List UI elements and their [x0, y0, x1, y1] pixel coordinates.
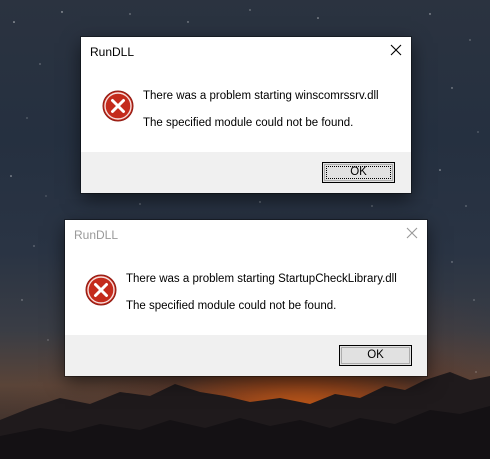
ok-button[interactable]: OK	[339, 345, 412, 366]
dialog-footer: OK	[65, 335, 427, 376]
error-message: There was a problem starting winscomrssr…	[143, 90, 379, 102]
close-icon	[390, 44, 402, 56]
close-button[interactable]	[381, 37, 411, 65]
ok-button-label: OK	[367, 349, 384, 361]
dialog-title: RunDLL	[90, 45, 135, 59]
close-button[interactable]	[397, 220, 427, 248]
dialog-body: There was a problem starting StartupChec…	[65, 251, 427, 335]
error-icon	[102, 90, 134, 122]
title-bar[interactable]: RunDLL	[81, 37, 411, 68]
error-detail: The specified module could not be found.	[126, 300, 337, 312]
error-icon	[85, 274, 117, 306]
dialog-title: RunDLL	[74, 228, 119, 242]
rundll-error-dialog-1: RunDLL There was a problem starting wins…	[81, 37, 411, 193]
title-bar[interactable]: RunDLL	[65, 220, 427, 251]
ok-button-label: OK	[350, 166, 367, 178]
close-icon	[406, 227, 418, 239]
dialog-footer: OK	[81, 152, 411, 193]
ok-button[interactable]: OK	[322, 162, 395, 183]
error-detail: The specified module could not be found.	[143, 117, 354, 129]
dialog-body: There was a problem starting winscomrssr…	[81, 68, 411, 152]
rundll-error-dialog-2: RunDLL There was a problem starting Star…	[65, 220, 427, 376]
error-message: There was a problem starting StartupChec…	[126, 273, 397, 285]
